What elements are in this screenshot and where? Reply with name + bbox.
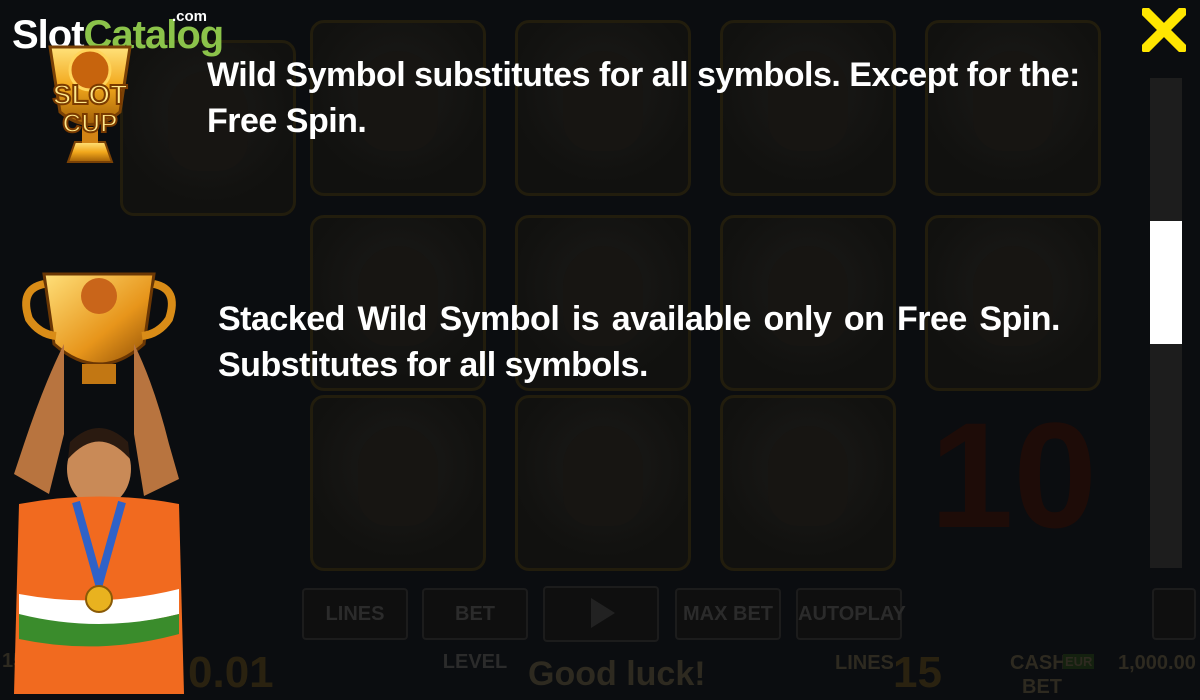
cash-label: CASH <box>1010 652 1067 674</box>
lines-value: 15 <box>893 648 942 697</box>
cash-value: 1,000.00 <box>1118 652 1196 674</box>
player-trophy-illustration <box>14 272 184 694</box>
currency-badge: EUR <box>1063 654 1095 669</box>
bet-value: 0.01 <box>188 648 274 697</box>
scrollbar-thumb[interactable] <box>1150 221 1182 344</box>
scrollbar-track[interactable] <box>1150 78 1182 568</box>
close-icon <box>1138 4 1190 56</box>
reel-symbol <box>515 395 691 571</box>
max-bet-button[interactable]: MAX BET <box>675 588 781 640</box>
slot-cup-logo: SLOT CUP <box>48 45 132 163</box>
wild-symbol-description: Wild Symbol substitutes for all symbols.… <box>207 56 1080 140</box>
bet-level-button[interactable]: BET LEVEL <box>422 588 528 673</box>
lines-label: LINES <box>835 652 894 674</box>
play-icon <box>591 598 615 628</box>
status-message: Good luck! <box>528 655 706 693</box>
bet-label: BET <box>1022 676 1062 698</box>
spin-button[interactable] <box>543 586 659 642</box>
reel-symbol <box>310 395 486 571</box>
svg-text:SLOT: SLOT <box>53 79 128 110</box>
svg-text:CUP: CUP <box>63 108 118 138</box>
autoplay-button[interactable]: AUTOPLAY <box>796 588 906 640</box>
brand-tld: .com <box>172 8 208 25</box>
reel-symbol <box>720 395 896 571</box>
lines-button[interactable]: LINES <box>302 588 408 640</box>
share-button[interactable] <box>1152 588 1196 640</box>
stacked-wild-description: Stacked Wild Symbol is available only on… <box>218 300 1061 384</box>
close-button[interactable] <box>1138 4 1190 56</box>
ten-symbol: 10 <box>930 391 1097 559</box>
